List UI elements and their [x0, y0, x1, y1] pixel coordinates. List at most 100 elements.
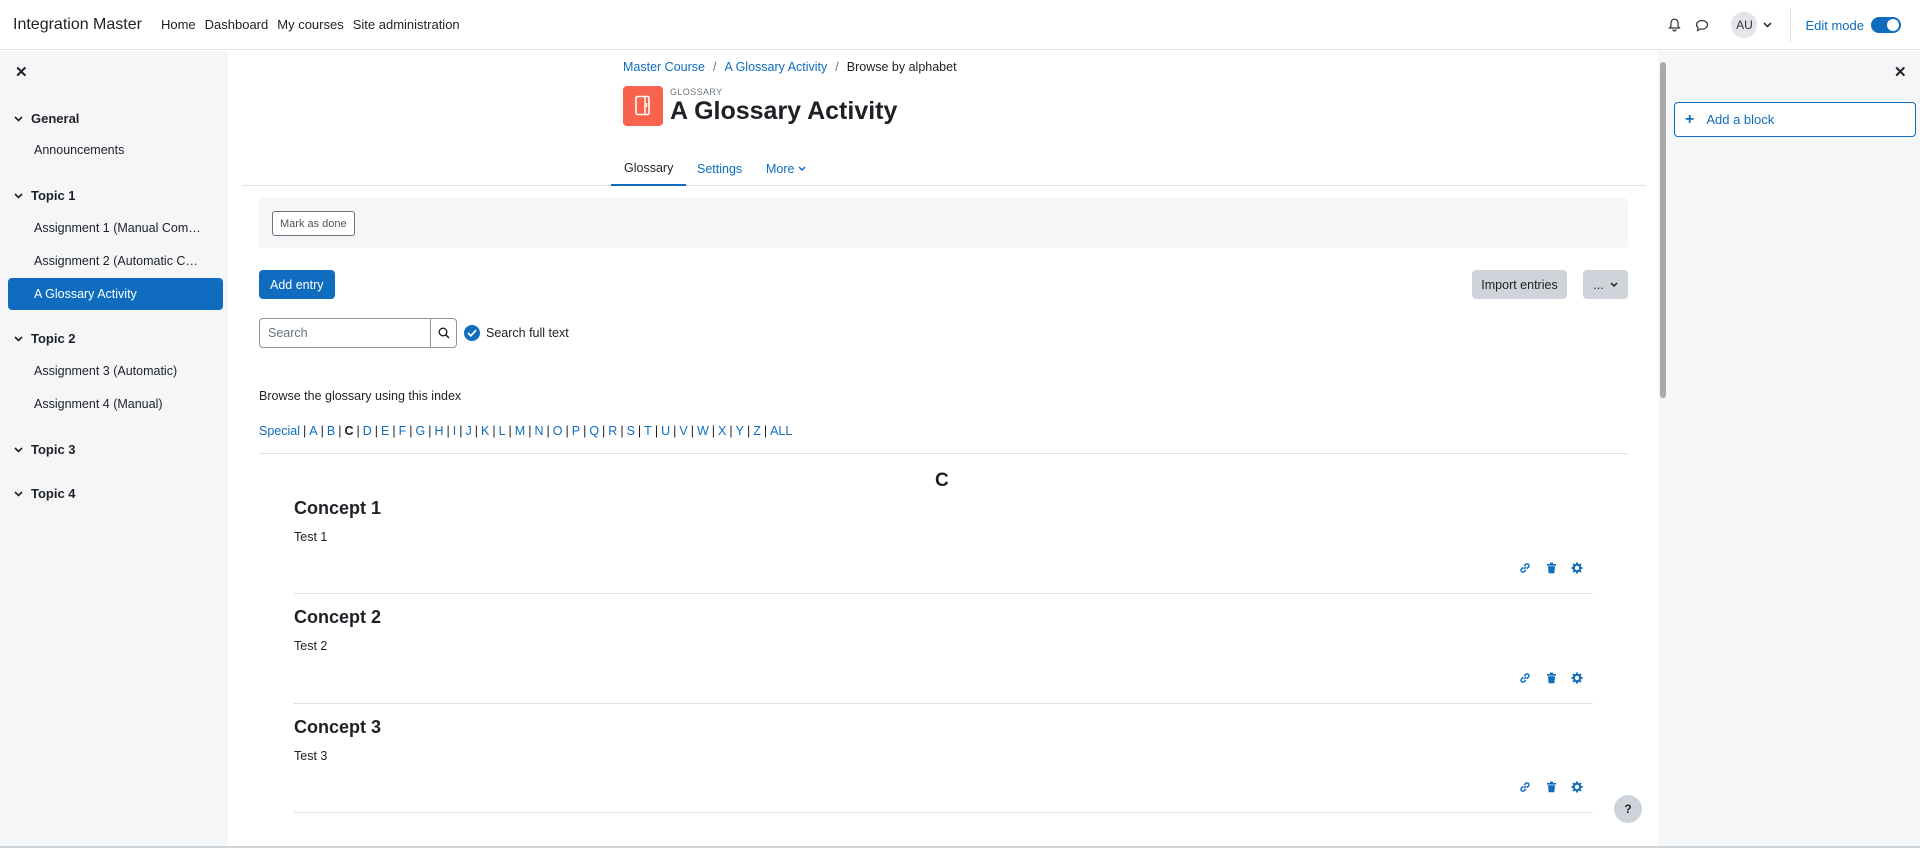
nav-home[interactable]: Home	[161, 17, 196, 32]
help-button[interactable]: ?	[1614, 795, 1642, 823]
alphabet-letter-special[interactable]: Special	[259, 424, 300, 438]
close-icon[interactable]: ✕	[15, 63, 28, 81]
course-item-assignment-1[interactable]: Assignment 1 (Manual Com…	[34, 221, 204, 235]
tab-more-label: More	[766, 162, 795, 176]
gear-icon[interactable]	[1564, 672, 1590, 684]
alphabet-letter-a[interactable]: A	[309, 424, 317, 438]
alphabet-separator: |	[492, 424, 496, 438]
alphabet-letter-z[interactable]: Z	[753, 424, 761, 438]
alphabet-separator: |	[583, 424, 587, 438]
nav-site-administration[interactable]: Site administration	[353, 17, 460, 32]
trash-icon[interactable]	[1538, 672, 1564, 684]
alphabet-letter-p[interactable]: P	[572, 424, 580, 438]
alphabet-letter-all[interactable]: ALL	[770, 424, 792, 438]
bell-icon[interactable]	[1663, 14, 1685, 36]
alphabet-separator: |	[637, 424, 642, 438]
alphabet-letter-w[interactable]: W	[697, 424, 709, 438]
block-drawer: ✕ + Add a block	[1658, 51, 1920, 848]
activity-type-label: GLOSSARY	[670, 87, 723, 97]
chevron-down-icon[interactable]	[1763, 22, 1773, 28]
alphabet-letter-v[interactable]: V	[679, 424, 687, 438]
search-full-text-checkbox[interactable]	[464, 325, 480, 341]
activity-completion-panel: Mark as done	[259, 198, 1628, 248]
browse-intro: Browse the glossary using this index	[259, 389, 462, 403]
alphabet-letter-q[interactable]: Q	[589, 424, 599, 438]
alphabet-letter-r[interactable]: R	[608, 424, 617, 438]
glossary-icon	[623, 86, 663, 126]
breadcrumb-current: Browse by alphabet	[846, 60, 957, 74]
link-icon[interactable]	[1512, 781, 1538, 793]
tabs-divider	[242, 185, 1646, 186]
edit-mode-toggle[interactable]	[1871, 17, 1901, 33]
section-topic-3[interactable]: Topic 3	[14, 442, 76, 457]
alphabet-letter-g[interactable]: G	[415, 424, 425, 438]
course-item-assignment-3[interactable]: Assignment 3 (Automatic)	[34, 364, 204, 378]
course-item-announcements[interactable]: Announcements	[34, 143, 204, 157]
alphabet-letter-f[interactable]: F	[399, 424, 407, 438]
tab-settings[interactable]: Settings	[697, 152, 742, 186]
link-icon[interactable]	[1512, 672, 1538, 684]
site-brand[interactable]: Integration Master	[13, 16, 142, 34]
chat-bubble-icon[interactable]	[1691, 14, 1713, 36]
breadcrumb-glossary-activity[interactable]: A Glossary Activity	[724, 60, 827, 74]
letter-section-heading: C	[935, 470, 949, 491]
section-title: Topic 3	[31, 442, 76, 457]
course-item-assignment-4[interactable]: Assignment 4 (Manual)	[34, 397, 204, 411]
alphabet-letter-o[interactable]: O	[553, 424, 563, 438]
nav-my-courses[interactable]: My courses	[277, 17, 343, 32]
entry-definition: Test 1	[294, 530, 328, 544]
breadcrumb-separator: /	[712, 60, 717, 74]
gear-icon[interactable]	[1564, 781, 1590, 793]
alphabet-letter-i[interactable]: I	[453, 424, 456, 438]
tab-glossary[interactable]: Glossary	[611, 152, 687, 186]
alphabet-letter-c: C	[344, 424, 354, 438]
breadcrumb-master-course[interactable]: Master Course	[623, 60, 705, 74]
add-block-button[interactable]: + Add a block	[1674, 102, 1916, 137]
alphabet-letter-y[interactable]: Y	[736, 424, 744, 438]
section-topic-1[interactable]: Topic 1	[14, 188, 76, 203]
alphabet-letter-u[interactable]: U	[661, 424, 670, 438]
alphabet-letter-k[interactable]: K	[481, 424, 489, 438]
search-input[interactable]	[259, 318, 431, 348]
alphabet-letter-x[interactable]: X	[718, 424, 726, 438]
alphabet-separator: |	[711, 424, 715, 438]
section-general[interactable]: General	[14, 111, 79, 126]
section-title: General	[31, 111, 80, 126]
course-item-glossary-activity[interactable]: A Glossary Activity	[8, 278, 223, 310]
alphabet-letter-n[interactable]: N	[534, 424, 543, 438]
close-icon[interactable]: ✕	[1894, 63, 1907, 81]
alphabet-separator: |	[409, 424, 413, 438]
tab-more[interactable]: More	[766, 152, 807, 186]
alphabet-separator: |	[673, 424, 677, 438]
section-topic-4[interactable]: Topic 4	[14, 486, 76, 501]
mark-as-done-button[interactable]: Mark as done	[272, 211, 355, 236]
user-avatar[interactable]: AU	[1731, 12, 1758, 38]
alphabet-letter-b[interactable]: B	[327, 424, 335, 438]
alphabet-letter-l[interactable]: L	[499, 424, 506, 438]
add-entry-button[interactable]: Add entry	[259, 270, 335, 299]
alphabet-separator: |	[729, 424, 733, 438]
import-entries-button[interactable]: Import entries	[1472, 270, 1567, 299]
trash-icon[interactable]	[1538, 781, 1564, 793]
section-topic-2[interactable]: Topic 2	[14, 331, 76, 346]
plus-icon: +	[1685, 110, 1695, 128]
alphabet-letter-s[interactable]: S	[627, 424, 635, 438]
alphabet-letter-h[interactable]: H	[434, 424, 443, 438]
entry-concept: Concept 1	[294, 498, 382, 518]
breadcrumb: Master Course / A Glossary Activity / Br…	[623, 60, 957, 74]
trash-icon[interactable]	[1538, 562, 1564, 574]
alphabet-letter-e[interactable]: E	[381, 424, 389, 438]
alphabet-letter-m[interactable]: M	[515, 424, 525, 438]
alphabet-letter-t[interactable]: T	[644, 424, 652, 438]
gear-icon[interactable]	[1564, 562, 1590, 574]
alphabet-letter-j[interactable]: J	[465, 424, 471, 438]
link-icon[interactable]	[1512, 562, 1538, 574]
search-button[interactable]	[430, 318, 457, 348]
course-item-assignment-2[interactable]: Assignment 2 (Automatic C…	[34, 254, 204, 268]
nav-dashboard[interactable]: Dashboard	[205, 17, 269, 32]
alphabet-letter-d[interactable]: D	[363, 424, 372, 438]
alphabet-separator: |	[763, 424, 768, 438]
page-scrollbar[interactable]	[1660, 62, 1666, 398]
course-index-drawer: ✕ General Announcements Topic 1 Assignme…	[0, 51, 228, 848]
more-actions-button[interactable]: ...	[1583, 270, 1628, 299]
